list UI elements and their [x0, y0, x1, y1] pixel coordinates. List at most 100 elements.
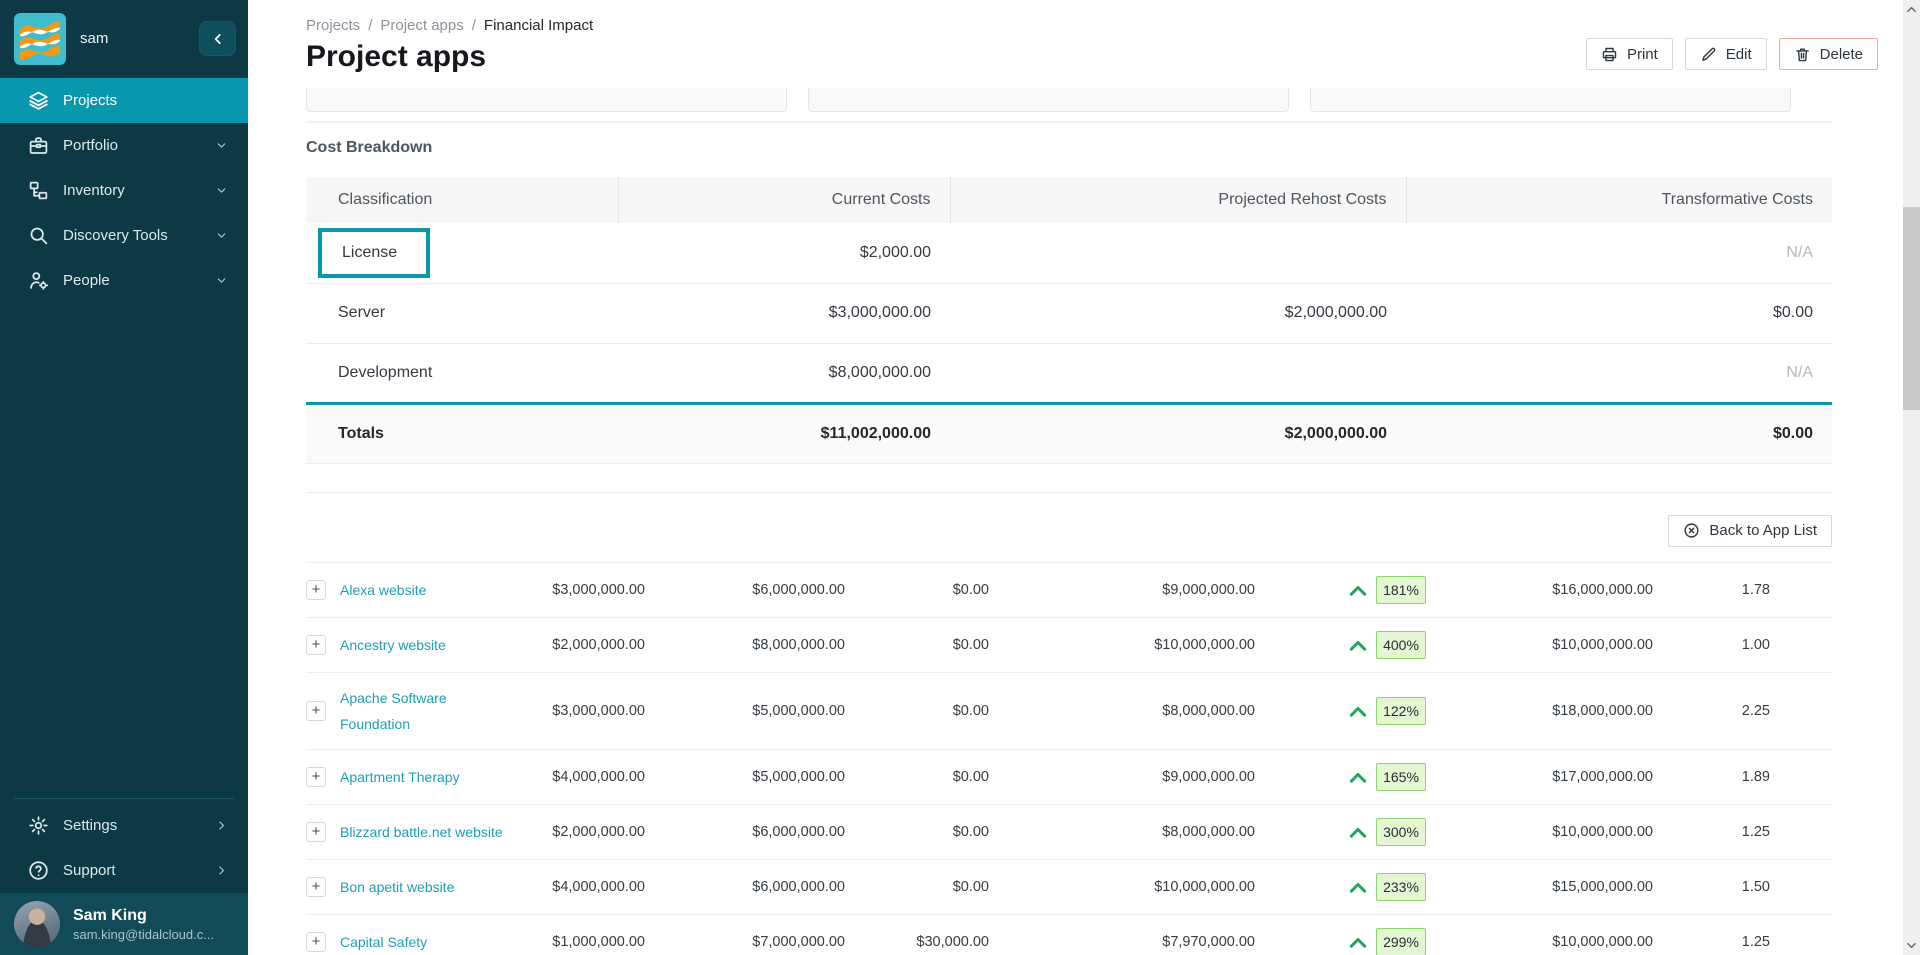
percent-badge-cell: 300%	[1370, 818, 1432, 846]
edit-button[interactable]: Edit	[1685, 38, 1767, 70]
ratio-value: 1.00	[1653, 637, 1770, 653]
summary-card	[1310, 88, 1791, 112]
chevron-down-icon	[215, 274, 228, 287]
app-name-cell: Capital Safety	[340, 929, 520, 955]
trend-up-icon	[1255, 769, 1370, 785]
search-icon	[28, 225, 49, 246]
total-cost-value: $10,000,000.00	[1432, 824, 1653, 840]
expand-row-button[interactable]: +	[306, 580, 326, 600]
user-profile[interactable]: Sam King sam.king@tidalcloud.c...	[0, 893, 248, 955]
percent-badge: 233%	[1376, 873, 1426, 901]
total-cost-value: $18,000,000.00	[1432, 703, 1653, 719]
expand-row-button[interactable]: +	[306, 767, 326, 787]
sidebar-item-settings[interactable]: Settings	[0, 803, 248, 848]
expand-cell: +	[306, 701, 340, 721]
totals-label: Totals	[306, 403, 618, 463]
app-name-cell: Apache Software Foundation	[340, 685, 520, 737]
sidebar-item-support[interactable]: Support	[0, 848, 248, 893]
user-email: sam.king@tidalcloud.c...	[73, 926, 214, 943]
sidebar-item-inventory[interactable]: Inventory	[0, 168, 248, 213]
cost-value: $10,000,000.00	[989, 637, 1255, 653]
cost-value: $6,000,000.00	[645, 582, 845, 598]
sidebar-item-label: Projects	[63, 92, 117, 109]
sidebar-footer: Settings Support Sam King sam.king@tidalc…	[0, 798, 248, 955]
app-link[interactable]: Apache Software Foundation	[340, 685, 520, 737]
sidebar-item-people[interactable]: People	[0, 258, 248, 303]
sidebar-item-projects[interactable]: Projects	[0, 78, 248, 123]
cost-value: $2,000,000.00	[520, 637, 645, 653]
expand-row-button[interactable]: +	[306, 822, 326, 842]
breadcrumb-link[interactable]: Projects	[306, 17, 360, 34]
delete-button[interactable]: Delete	[1779, 38, 1878, 70]
cost-row-server: Server$3,000,000.00$2,000,000.00$0.00	[306, 283, 1832, 343]
expand-row-button[interactable]: +	[306, 932, 326, 952]
print-button[interactable]: Print	[1586, 38, 1673, 70]
sidebar-item-label: Portfolio	[63, 137, 118, 154]
app-row-apartment-therapy: +Apartment Therapy$4,000,000.00$5,000,00…	[306, 750, 1832, 805]
app-link[interactable]: Ancestry website	[340, 632, 456, 658]
sidebar-item-label: Settings	[63, 817, 117, 834]
breadcrumb-separator: /	[472, 17, 476, 34]
ratio-value: 1.50	[1653, 879, 1770, 895]
scrollbar-up-arrow-icon[interactable]	[1903, 1, 1920, 18]
cost-value: $1,000,000.00	[520, 934, 645, 950]
total-cost-value: $15,000,000.00	[1432, 879, 1653, 895]
breadcrumb-separator: /	[368, 17, 372, 34]
cost-value: $4,000,000.00	[520, 769, 645, 785]
cost-value: $3,000,000.00	[520, 582, 645, 598]
briefcase-icon	[28, 135, 49, 156]
na-value: N/A	[1786, 364, 1813, 381]
na-value: N/A	[1786, 244, 1813, 261]
gear-icon	[28, 815, 49, 836]
app-root: sam Projects Portfolio Inventory Discovery …	[0, 0, 1920, 955]
back-to-app-list-button[interactable]: Back to App List	[1668, 515, 1832, 547]
app-link[interactable]: Apartment Therapy	[340, 764, 470, 790]
app-link[interactable]: Bon apetit website	[340, 874, 464, 900]
app-link[interactable]: Capital Safety	[340, 929, 437, 955]
expand-row-button[interactable]: +	[306, 701, 326, 721]
cost-value: $5,000,000.00	[645, 703, 845, 719]
cost-value: $8,000,000.00	[645, 637, 845, 653]
ratio-value: 1.89	[1653, 769, 1770, 785]
expand-cell: +	[306, 635, 340, 655]
percent-badge-cell: 299%	[1370, 928, 1432, 955]
profile-text: Sam King sam.king@tidalcloud.c...	[73, 906, 214, 943]
cost-table-header-row: Classification Current Costs Projected R…	[306, 177, 1832, 223]
back-to-app-list-label: Back to App List	[1709, 522, 1817, 539]
cost-value: $6,000,000.00	[645, 824, 845, 840]
app-row-bon-apetit-website: +Bon apetit website$4,000,000.00$6,000,0…	[306, 860, 1832, 915]
cost-row-development: Development$8,000,000.00N/A	[306, 343, 1832, 403]
expand-row-button[interactable]: +	[306, 635, 326, 655]
divider	[306, 492, 1832, 493]
sidebar-item-discovery-tools[interactable]: Discovery Tools	[0, 213, 248, 258]
sidebar-item-portfolio[interactable]: Portfolio	[0, 123, 248, 168]
sidebar-collapse-button[interactable]	[199, 21, 236, 56]
app-row-ancestry-website: + Ancestry website $2,000,000.00$8,000,000…	[306, 618, 1832, 673]
column-header-current-costs: Current Costs	[618, 177, 950, 223]
sidebar-item-label: Inventory	[63, 182, 125, 199]
expand-row-button[interactable]: +	[306, 877, 326, 897]
sidebar-header: sam	[0, 0, 248, 78]
expand-cell: +	[306, 767, 340, 787]
sidebar-item-label: Discovery Tools	[63, 227, 168, 244]
app-link[interactable]: Blizzard battle.net website	[340, 819, 513, 845]
chevron-left-icon	[211, 32, 225, 46]
trend-up-icon	[1255, 582, 1370, 598]
hierarchy-icon	[28, 180, 49, 201]
cost-value: $10,000,000.00	[989, 879, 1255, 895]
scrollbar[interactable]	[1903, 0, 1920, 955]
user-name: Sam King	[73, 906, 214, 926]
app-row-capital-safety: +Capital Safety$1,000,000.00$7,000,000.0…	[306, 915, 1832, 955]
scrollbar-thumb[interactable]	[1903, 207, 1920, 410]
cost-value: $0.00	[845, 703, 989, 719]
trend-up-icon	[1255, 824, 1370, 840]
app-logo-icon[interactable]	[14, 13, 66, 65]
highlighted-cell-box[interactable]: License	[318, 228, 430, 278]
scrollbar-down-arrow-icon[interactable]	[1903, 937, 1920, 954]
expand-cell: +	[306, 877, 340, 897]
app-link[interactable]: Alexa website	[340, 577, 436, 603]
totals-rehost-costs: $2,000,000.00	[950, 403, 1406, 463]
column-header-transformative-costs: Transformative Costs	[1406, 177, 1832, 223]
content-area: Cost Breakdown Classification Current Co…	[248, 88, 1903, 955]
breadcrumb-link[interactable]: Project apps	[380, 17, 463, 34]
